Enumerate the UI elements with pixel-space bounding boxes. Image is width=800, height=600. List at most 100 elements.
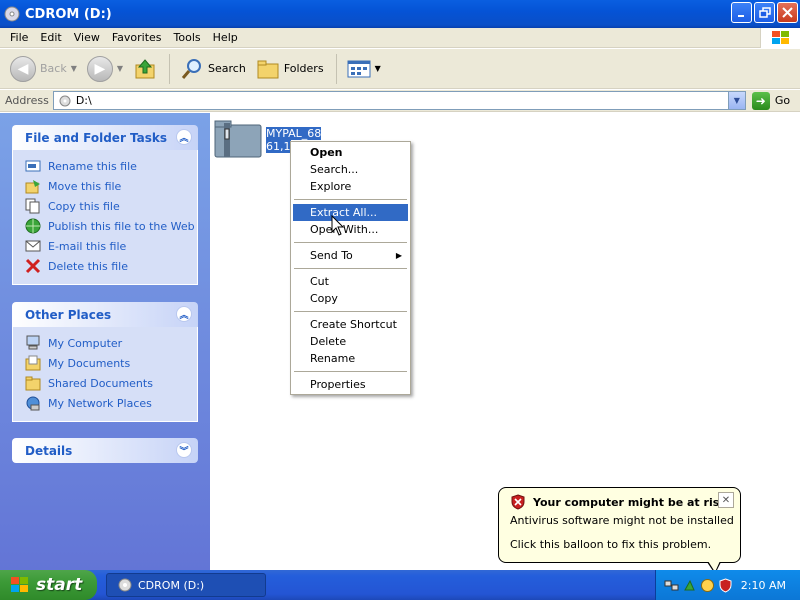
menu-view[interactable]: View (68, 31, 106, 44)
close-button[interactable] (777, 2, 798, 23)
cdrom-icon (4, 6, 20, 22)
forward-arrow-icon: ▶ (86, 55, 113, 82)
context-menu: Open Search... Explore Extract All... Op… (290, 141, 411, 395)
menu-tools[interactable]: Tools (168, 31, 207, 44)
update-tray-icon[interactable] (700, 578, 715, 593)
balloon-header: Your computer might be at risk (499, 488, 740, 510)
copy-icon (25, 198, 41, 214)
place-my-network-places[interactable]: My Network Places (25, 393, 197, 413)
minimize-button[interactable] (731, 2, 752, 23)
place-label: My Computer (48, 336, 123, 350)
delete-icon (25, 258, 41, 274)
safely-remove-tray-icon[interactable] (682, 578, 697, 593)
chevron-down-icon: ▼ (733, 96, 740, 105)
clock: 2:10 AM (740, 578, 786, 592)
expand-chevron-icon[interactable]: ︾ (176, 442, 192, 458)
folder-up-icon (135, 58, 155, 78)
balloon-close-button[interactable]: ✕ (718, 492, 734, 508)
up-button[interactable] (129, 52, 161, 86)
cdrom-drive-icon (59, 95, 71, 106)
menu-edit[interactable]: Edit (34, 31, 67, 44)
menu-item-copy[interactable]: Copy (293, 290, 408, 307)
collapse-chevron-icon[interactable]: ︽ (176, 129, 192, 145)
address-label: Address (5, 94, 49, 107)
window-controls (731, 2, 798, 23)
forward-dropdown-icon[interactable]: ▼ (117, 64, 123, 73)
views-icon (347, 60, 371, 77)
menu-item-create-shortcut[interactable]: Create Shortcut (293, 316, 408, 333)
system-tray: 2:10 AM (655, 570, 800, 600)
back-button[interactable]: ◀ Back ▼ (6, 52, 81, 86)
details-header[interactable]: Details ︾ (12, 438, 198, 463)
menu-item-properties[interactable]: Properties (293, 376, 408, 393)
back-dropdown-icon[interactable]: ▼ (71, 64, 77, 73)
address-bar: Address D:\ ▼ ➜ Go (0, 90, 800, 112)
file-size: 61,1 (266, 140, 291, 153)
go-label: Go (774, 94, 791, 107)
task-email[interactable]: E-mail this file (25, 236, 197, 256)
menu-item-open[interactable]: Open (293, 144, 408, 161)
file-folder-tasks-title: File and Folder Tasks (25, 130, 168, 145)
start-button[interactable]: start (0, 570, 97, 600)
views-dropdown-icon: ▼ (374, 64, 381, 73)
menu-item-send-to[interactable]: Send To ▶ (293, 247, 408, 264)
taskbar-window-label: CDROM (D:) (138, 578, 205, 592)
menu-divider (294, 268, 407, 269)
balloon-title: Your computer might be at risk (533, 495, 727, 509)
maximize-button[interactable] (754, 2, 775, 23)
place-my-documents[interactable]: My Documents (25, 353, 197, 373)
security-center-tray-icon[interactable] (718, 577, 733, 593)
menu-file[interactable]: File (4, 31, 34, 44)
balloon-fix-link[interactable]: Click this balloon to fix this problem. (499, 538, 740, 551)
other-places-header[interactable]: Other Places ︽ (12, 302, 198, 327)
search-button[interactable]: Search (176, 52, 250, 86)
send-to-label: Send To (310, 249, 353, 262)
task-rename[interactable]: Rename this file (25, 156, 197, 176)
views-button[interactable]: ▼ (343, 52, 385, 86)
menu-item-explore[interactable]: Explore (293, 178, 408, 195)
toolbar-separator (335, 53, 337, 84)
collapse-chevron-icon[interactable]: ︽ (176, 306, 192, 322)
security-balloon[interactable]: Your computer might be at risk ✕ Antivir… (498, 487, 741, 563)
window-title: CDROM (D:) (25, 6, 112, 22)
task-label: E-mail this file (48, 239, 127, 253)
restore-icon (758, 6, 771, 18)
folders-button[interactable]: Folders (252, 52, 328, 86)
taskbar: start CDROM (D:) 2:10 AM (0, 570, 800, 600)
balloon-message: Antivirus software might not be installe… (510, 514, 734, 527)
place-my-computer[interactable]: My Computer (25, 333, 197, 353)
address-dropdown-button[interactable]: ▼ (727, 92, 745, 109)
windows-flag-icon (11, 577, 28, 592)
network-tray-icon[interactable] (664, 578, 679, 593)
toolbar: ◀ Back ▼ ▶ ▼ Search Folders ▼ (0, 49, 800, 89)
taskbar-window-button[interactable]: CDROM (D:) (106, 573, 266, 597)
file-folder-tasks-header[interactable]: File and Folder Tasks ︽ (12, 125, 198, 150)
menu-divider (294, 371, 407, 372)
place-shared-documents[interactable]: Shared Documents (25, 373, 197, 393)
details-title: Details (25, 443, 73, 458)
menu-item-extract-all[interactable]: Extract All... (293, 204, 408, 221)
menu-item-rename[interactable]: Rename (293, 350, 408, 367)
menu-item-cut[interactable]: Cut (293, 273, 408, 290)
task-move[interactable]: Move this file (25, 176, 197, 196)
search-icon (181, 58, 202, 79)
move-icon (25, 178, 41, 194)
task-label: Delete this file (48, 259, 128, 273)
email-icon (25, 238, 41, 254)
menu-item-open-with[interactable]: Open With... (293, 221, 408, 238)
menu-favorites[interactable]: Favorites (106, 31, 168, 44)
menu-item-delete[interactable]: Delete (293, 333, 408, 350)
address-input[interactable]: D:\ ▼ (52, 91, 746, 110)
task-copy[interactable]: Copy this file (25, 196, 197, 216)
task-delete[interactable]: Delete this file (25, 256, 197, 276)
cdrom-icon (118, 578, 132, 592)
task-publish[interactable]: Publish this file to the Web (25, 216, 197, 236)
place-label: My Network Places (48, 396, 152, 410)
globe-icon (25, 218, 41, 234)
go-button[interactable]: ➜ Go (751, 91, 791, 110)
forward-button[interactable]: ▶ ▼ (83, 52, 127, 86)
shared-folder-icon (25, 375, 41, 391)
menu-help[interactable]: Help (207, 31, 244, 44)
computer-icon (25, 335, 41, 351)
menu-item-search[interactable]: Search... (293, 161, 408, 178)
